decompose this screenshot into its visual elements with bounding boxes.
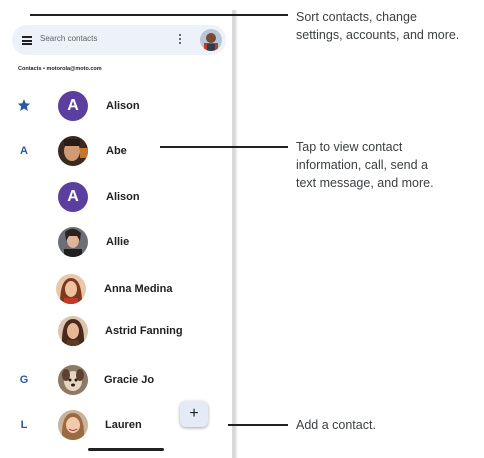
callout-menu-text: Sort contacts, change settings, accounts… — [296, 8, 459, 44]
section-letter: A — [20, 145, 28, 157]
screen-shadow — [234, 10, 238, 458]
avatar — [58, 227, 88, 257]
section-letter: G — [19, 374, 29, 386]
contact-row-alison-starred[interactable]: A Alison — [8, 88, 234, 128]
callout-menu-line1: Sort contacts, change — [296, 10, 417, 24]
contact-name: Gracie Jo — [104, 374, 155, 386]
contact-name: Alison — [106, 100, 140, 112]
search-bar[interactable]: Search contacts — [12, 25, 226, 55]
contact-row-anna-medina[interactable]: Anna Medina — [8, 271, 234, 311]
account-avatar[interactable] — [200, 29, 222, 51]
contact-name: Lauren — [105, 419, 142, 431]
callout-line-add — [228, 424, 288, 426]
contacts-app-screen: Search contacts Contacts • motorola@moto… — [8, 10, 234, 458]
callout-contact-line3: text message, and more. — [296, 176, 434, 190]
avatar — [56, 274, 86, 304]
avatar: A — [58, 182, 88, 212]
callout-contact-text: Tap to view contact information, call, s… — [296, 138, 434, 192]
callout-line-contact — [160, 146, 288, 148]
avatar — [58, 410, 88, 440]
avatar — [58, 316, 88, 346]
contact-row-allie[interactable]: Allie — [8, 224, 234, 264]
avatar: A — [58, 91, 88, 121]
star-icon — [17, 99, 31, 111]
account-label: Contacts • motorola@moto.com — [18, 66, 102, 72]
callout-menu-line2: settings, accounts, and more. — [296, 28, 460, 42]
home-indicator — [88, 448, 164, 451]
hamburger-menu-icon[interactable] — [22, 35, 32, 45]
avatar — [58, 365, 88, 395]
contact-name: Anna Medina — [104, 283, 173, 295]
callout-contact-line1: Tap to view contact — [296, 140, 403, 154]
plus-icon: + — [189, 405, 199, 422]
more-vertical-icon[interactable] — [176, 33, 184, 47]
contact-name: Astrid Fanning — [105, 325, 183, 337]
callout-add-text: Add a contact. — [296, 418, 376, 432]
contact-row-astrid-fanning[interactable]: Astrid Fanning — [8, 313, 234, 353]
add-contact-button[interactable]: + — [180, 401, 208, 427]
contact-name: Alison — [106, 191, 140, 203]
contact-row-abe[interactable]: A Abe — [8, 133, 234, 173]
section-letter: L — [20, 419, 28, 431]
contact-name: Abe — [106, 145, 127, 157]
contact-row-alison[interactable]: A Alison — [8, 179, 234, 219]
search-input[interactable]: Search contacts — [40, 34, 97, 43]
avatar — [58, 136, 88, 166]
contact-row-gracie-jo[interactable]: G Gracie Jo — [8, 362, 234, 402]
callout-contact-line2: information, call, send a — [296, 158, 429, 172]
contact-name: Allie — [106, 236, 130, 248]
callout-line-menu — [30, 14, 288, 16]
